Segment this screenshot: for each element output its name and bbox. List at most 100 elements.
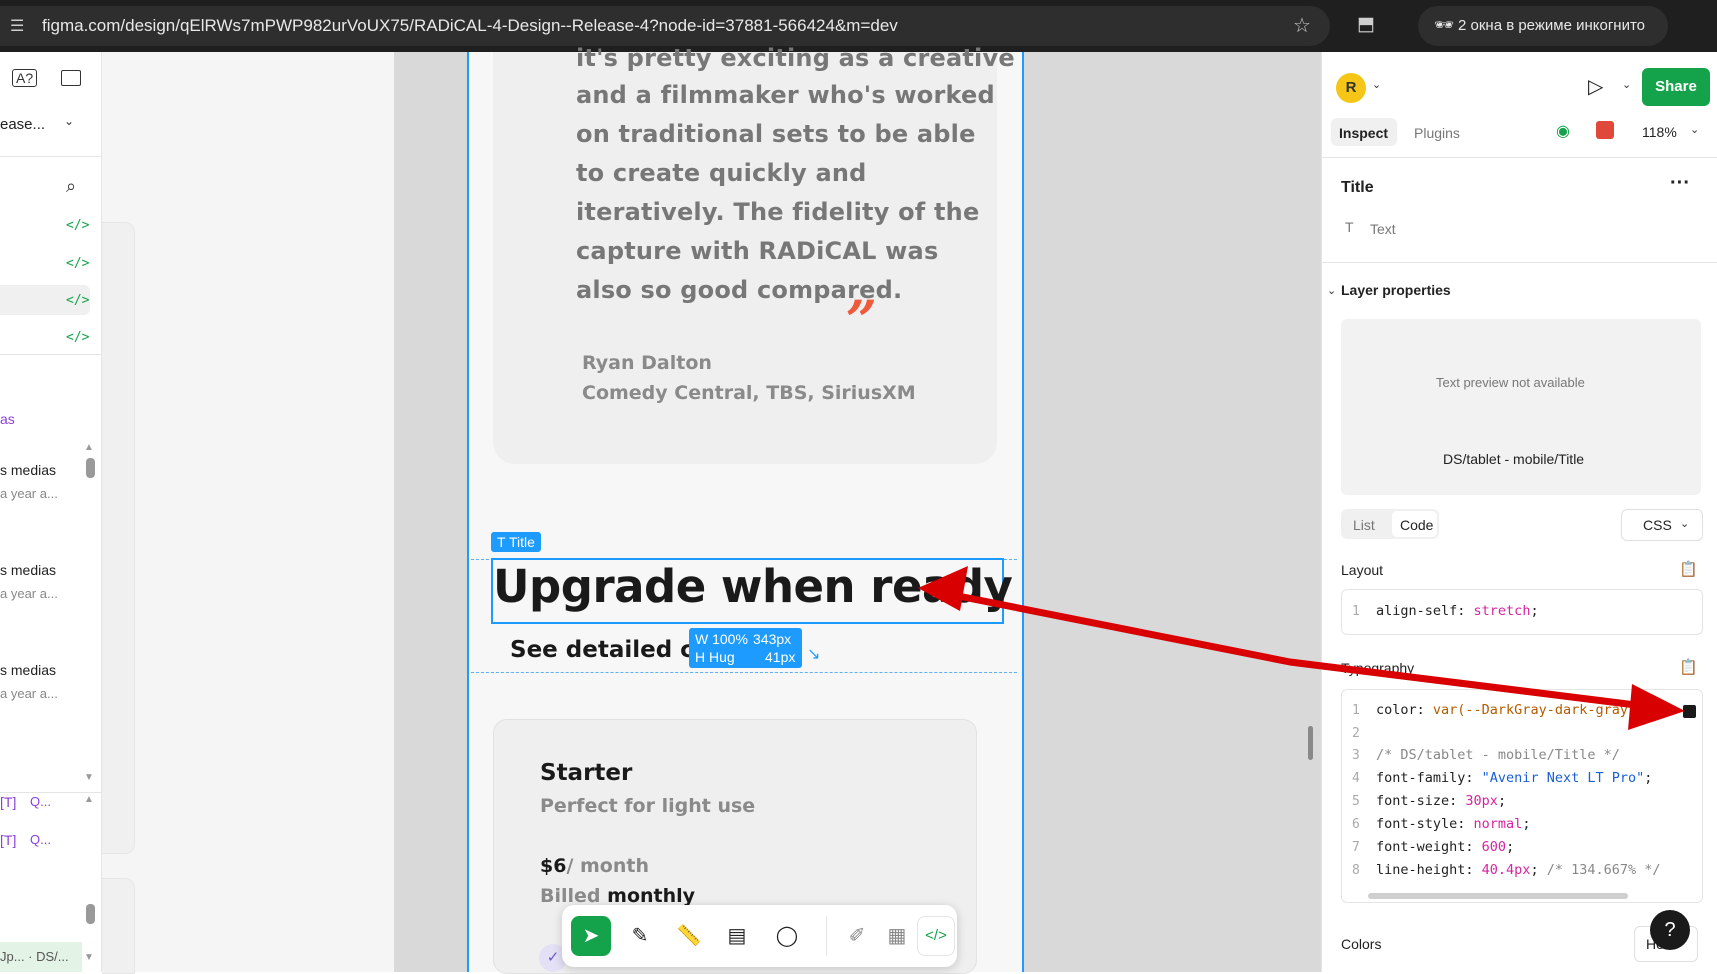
canvas-scrollbar[interactable] (1308, 726, 1313, 760)
quote-line: capture with RADiCAL was (576, 237, 939, 265)
colors-heading: Colors (1341, 936, 1382, 952)
code-comment: /* 134.667% */ (1546, 862, 1661, 878)
width-label: W 100% (695, 631, 748, 647)
panel-toggle-icon[interactable] (61, 70, 81, 86)
move-tool-icon[interactable]: ➤ (571, 916, 611, 956)
more-icon[interactable]: ··· (1670, 172, 1690, 195)
measure-tool-icon[interactable]: 📏 (669, 916, 709, 956)
page-title[interactable]: Upgrade when ready (493, 560, 1013, 613)
share-button[interactable]: Share (1642, 68, 1710, 106)
copy-icon[interactable]: 📋 (1679, 658, 1698, 676)
css-prop: color (1376, 702, 1417, 718)
divider (0, 354, 101, 355)
text-layer-icon: [T] (0, 832, 17, 848)
css-value: var(--DarkGray-dark-gray-900, (1432, 702, 1669, 718)
list-item[interactable]: as (0, 411, 15, 427)
chevron-down-icon[interactable]: ⌄ (1372, 78, 1381, 91)
quote-line: on traditional sets to be able (576, 120, 976, 148)
tab-plugins[interactable]: Plugins (1414, 125, 1460, 141)
line-number: 1 (1352, 604, 1360, 619)
text-type-icon: T (1345, 219, 1354, 235)
line-number: 7 (1352, 840, 1360, 855)
site-settings-icon[interactable]: ☰ (10, 16, 24, 36)
layout-heading: Layout (1341, 562, 1384, 578)
search-icon[interactable]: ⌕ (66, 176, 76, 197)
code-line: font-style: normal; (1376, 816, 1531, 832)
billing-info: Billed monthly (540, 885, 695, 907)
line-number: 6 (1352, 817, 1360, 832)
horizontal-scrollbar[interactable] (1368, 893, 1628, 899)
code-icon[interactable]: </> (66, 330, 89, 345)
line-number: 4 (1352, 771, 1360, 786)
file-name[interactable]: ease... (0, 116, 45, 133)
chevron-down-icon[interactable]: ⌄ (1690, 123, 1699, 136)
list-item-time: a year a... (0, 486, 58, 501)
css-prop: align-self (1376, 603, 1458, 619)
css-value: "Avenir Next LT Pro" (1481, 770, 1645, 786)
height-value: 41px (765, 649, 796, 665)
chevron-down-icon[interactable]: ⌄ (64, 114, 74, 128)
preview-unavailable-text: Text preview not available (1436, 375, 1585, 390)
scroll-up-icon[interactable]: ▲ (84, 442, 94, 453)
annotation-tool-icon[interactable]: ▤ (717, 916, 757, 956)
plan-title: Starter (540, 760, 633, 786)
code-line: font-family: "Avenir Next LT Pro"; (1376, 770, 1653, 786)
help-button[interactable]: ? (1650, 910, 1690, 950)
css-value: 30px (1465, 793, 1498, 809)
layer-row[interactable]: Q... (30, 832, 51, 847)
tab-list[interactable]: List (1353, 517, 1375, 533)
divider (0, 792, 101, 793)
css-value: 40.4px (1481, 862, 1531, 878)
layout-tool-icon[interactable]: ▦ (877, 916, 917, 956)
scroll-up-icon[interactable]: ▲ (84, 794, 94, 805)
scroll-down-icon[interactable]: ▼ (84, 952, 94, 963)
dev-mode-icon[interactable]: </> (917, 916, 955, 956)
pen-tool-icon[interactable]: ✎ (620, 916, 660, 956)
plugin-icon[interactable]: ◉ (1556, 121, 1570, 141)
layer-row[interactable]: Q... (30, 794, 51, 809)
list-item[interactable]: s medias (0, 562, 56, 578)
layer-row[interactable]: Jp... · DS/... (0, 949, 69, 964)
css-value: 600 (1481, 839, 1507, 855)
scroll-down-icon[interactable]: ▼ (84, 772, 94, 783)
resize-handle-icon[interactable]: ↘ (807, 644, 820, 664)
code-icon[interactable]: </> (66, 218, 89, 233)
chevron-down-icon[interactable]: ⌄ (1622, 78, 1631, 91)
draw-tool-icon[interactable]: ✐ (837, 916, 877, 956)
scrollbar-thumb[interactable] (86, 904, 95, 924)
tab-code[interactable]: Code (1400, 517, 1433, 533)
incognito-icon: 🕶 (1434, 17, 1455, 34)
height-label: H Hug (695, 649, 735, 665)
author-name: Ryan Dalton (582, 352, 712, 374)
list-item[interactable]: s medias (0, 462, 56, 478)
play-icon[interactable]: ▷ (1588, 74, 1603, 99)
code-icon[interactable]: </> (66, 293, 89, 308)
plan-price: $6/ month (540, 855, 649, 877)
bookmark-star-icon[interactable]: ☆ (1293, 13, 1311, 38)
tab-inspect[interactable]: Inspect (1339, 125, 1388, 141)
plugin-app-icon[interactable] (1596, 121, 1614, 139)
chevron-down-icon[interactable]: ⌄ (1327, 284, 1336, 297)
text-layer-icon: [T] (0, 794, 17, 810)
list-item-time: a year a... (0, 686, 58, 701)
code-icon[interactable]: </> (66, 256, 89, 271)
quote-line: and a filmmaker who's worked (576, 81, 995, 109)
css-prop: font-size (1376, 793, 1450, 809)
copy-icon[interactable]: 📋 (1679, 560, 1698, 578)
comment-tool-icon[interactable]: ◯ (767, 916, 807, 956)
code-line: font-size: 30px; (1376, 793, 1507, 809)
color-swatch[interactable] (1683, 705, 1696, 718)
text-styles-icon[interactable]: A? (12, 69, 38, 87)
billed-prefix: Billed (540, 885, 601, 907)
css-value: normal (1473, 816, 1523, 832)
list-item[interactable]: s medias (0, 662, 56, 678)
list-item-time: a year a... (0, 586, 58, 601)
scrollbar-thumb[interactable] (86, 458, 95, 478)
avatar[interactable]: R (1336, 73, 1366, 103)
url-text[interactable]: figma.com/design/qElRWs7mPWP982urVoUX75/… (42, 16, 898, 36)
line-number: 8 (1352, 863, 1360, 878)
line-number: 5 (1352, 794, 1360, 809)
extensions-icon[interactable]: ⬒ (1357, 13, 1375, 36)
layer-properties-heading[interactable]: Layer properties (1341, 282, 1451, 298)
zoom-level[interactable]: 118% (1642, 124, 1677, 140)
